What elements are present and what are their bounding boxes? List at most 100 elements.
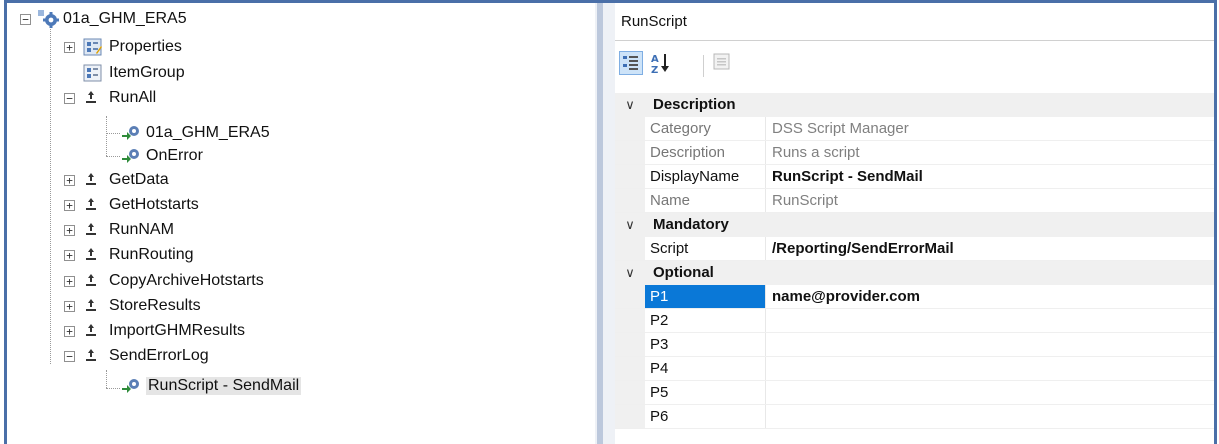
chevron-down-icon[interactable]: ∨: [623, 213, 637, 237]
tree-node-root[interactable]: − 01a_GHM_ERA5: [20, 8, 187, 30]
property-name: P1: [645, 285, 765, 308]
property-row-p2[interactable]: P2: [615, 309, 1214, 333]
row-gutter: [615, 165, 645, 188]
row-gutter: [615, 117, 645, 140]
tree-node-runrouting[interactable]: + RunRouting: [64, 244, 194, 266]
tree-node-importghmresults[interactable]: + ImportGHMResults: [64, 320, 245, 342]
tree-node-properties[interactable]: + Properties: [64, 36, 182, 58]
expand-expander[interactable]: +: [64, 325, 75, 337]
property-row-p1[interactable]: P1 name@provider.com: [615, 285, 1214, 309]
chevron-down-icon[interactable]: ∨: [623, 93, 637, 117]
property-row-script[interactable]: Script /Reporting/SendErrorMail: [615, 237, 1214, 261]
row-gutter: [615, 237, 645, 260]
tree-node-task-ghm[interactable]: 01a_GHM_ERA5: [120, 122, 270, 144]
property-grid-toolbar: A Z: [615, 43, 1214, 93]
tree-node-runscript-sendmail[interactable]: RunScript - SendMail: [120, 375, 302, 397]
collapse-expander[interactable]: −: [64, 92, 75, 104]
application-window: − 01a_GHM_ERA5 + Properties ItemGroup − …: [0, 0, 1219, 444]
property-value[interactable]: [765, 309, 1214, 332]
row-gutter: [615, 189, 645, 212]
property-row-p5[interactable]: P5: [615, 381, 1214, 405]
target-upload-icon: [83, 321, 103, 341]
tree-node-gethotstarts[interactable]: + GetHotstarts: [64, 194, 199, 216]
expand-expander[interactable]: +: [64, 275, 75, 287]
tree-node-storeresults[interactable]: + StoreResults: [64, 295, 201, 317]
property-value: RunScript: [765, 189, 1214, 212]
window-border-left: [4, 0, 7, 444]
tree-node-runall[interactable]: − RunAll: [64, 87, 156, 109]
alphabetical-button[interactable]: A Z: [649, 51, 673, 76]
property-value[interactable]: RunScript - SendMail: [765, 165, 1214, 188]
collapse-expander[interactable]: −: [20, 13, 31, 25]
tree-node-label: GetHotstarts: [109, 196, 199, 213]
target-upload-icon: [83, 170, 103, 190]
tree-node-copyarchivehotstarts[interactable]: + CopyArchiveHotstarts: [64, 270, 264, 292]
expand-expander[interactable]: +: [64, 300, 75, 312]
tree-node-label: StoreResults: [109, 297, 201, 314]
expand-expander[interactable]: +: [64, 41, 75, 53]
property-name: Description: [650, 144, 726, 161]
property-value: Runs a script: [765, 141, 1214, 164]
property-value[interactable]: [765, 405, 1214, 428]
property-value[interactable]: [765, 333, 1214, 356]
property-name: P4: [650, 360, 669, 377]
tree-node-senderrorlog[interactable]: − SendErrorLog: [64, 345, 209, 367]
tree-node-label: Properties: [109, 38, 182, 55]
tree-connector: [106, 370, 107, 388]
tree-node-label: RunRouting: [109, 246, 194, 263]
row-gutter: [615, 333, 645, 356]
target-upload-icon: [83, 271, 103, 291]
property-name: P3: [650, 336, 669, 353]
job-tree-view[interactable]: − 01a_GHM_ERA5 + Properties ItemGroup − …: [20, 6, 595, 444]
item-group-icon: [83, 63, 103, 83]
property-row-p3[interactable]: P3: [615, 333, 1214, 357]
target-upload-icon: [83, 195, 103, 215]
tree-node-runnam[interactable]: + RunNAM: [64, 219, 174, 241]
category-description[interactable]: ∨ Description: [615, 93, 1214, 117]
tree-node-getdata[interactable]: + GetData: [64, 169, 169, 191]
property-row-name[interactable]: Name RunScript: [615, 189, 1214, 213]
property-row-p4[interactable]: P4: [615, 357, 1214, 381]
target-upload-icon: [83, 346, 103, 366]
tree-connector: [106, 156, 120, 157]
tree-node-label: ItemGroup: [109, 64, 185, 81]
row-gutter: [615, 405, 645, 428]
row-gutter: [615, 285, 645, 308]
tree-node-onerror[interactable]: OnError: [120, 145, 203, 167]
row-gutter: [615, 141, 645, 164]
pane-splitter[interactable]: [595, 3, 615, 444]
property-grid: RunScript A Z ∨ Description Category DSS…: [615, 3, 1214, 444]
property-value[interactable]: /Reporting/SendErrorMail: [765, 237, 1214, 260]
property-name: P5: [650, 384, 669, 401]
task-icon: [120, 123, 140, 143]
category-mandatory[interactable]: ∨ Mandatory: [615, 213, 1214, 237]
property-grid-title: RunScript: [615, 3, 1214, 41]
categorized-button[interactable]: [619, 51, 643, 75]
property-row-category[interactable]: Category DSS Script Manager: [615, 117, 1214, 141]
property-row-description[interactable]: Description Runs a script: [615, 141, 1214, 165]
target-upload-icon: [83, 296, 103, 316]
property-value: DSS Script Manager: [765, 117, 1214, 140]
property-value[interactable]: [765, 381, 1214, 404]
property-name: P6: [650, 408, 669, 425]
expand-expander[interactable]: +: [64, 224, 75, 236]
tree-node-itemgroup[interactable]: ItemGroup: [83, 62, 185, 84]
category-optional[interactable]: ∨ Optional: [615, 261, 1214, 285]
expand-expander[interactable]: +: [64, 174, 75, 186]
property-value[interactable]: name@provider.com: [765, 285, 1214, 308]
task-icon: [120, 376, 140, 396]
expand-expander[interactable]: +: [64, 249, 75, 261]
tree-node-label: CopyArchiveHotstarts: [109, 272, 264, 289]
window-border-right: [1214, 0, 1217, 444]
row-gutter: [615, 357, 645, 380]
row-gutter: [615, 381, 645, 404]
property-name: P2: [650, 312, 669, 329]
property-value[interactable]: [765, 357, 1214, 380]
expand-expander[interactable]: +: [64, 199, 75, 211]
property-pages-button[interactable]: [711, 51, 735, 75]
property-row-displayname[interactable]: DisplayName RunScript - SendMail: [615, 165, 1214, 189]
property-row-p6[interactable]: P6: [615, 405, 1214, 429]
collapse-expander[interactable]: −: [64, 350, 75, 362]
chevron-down-icon[interactable]: ∨: [623, 261, 637, 285]
target-upload-icon: [83, 88, 103, 108]
